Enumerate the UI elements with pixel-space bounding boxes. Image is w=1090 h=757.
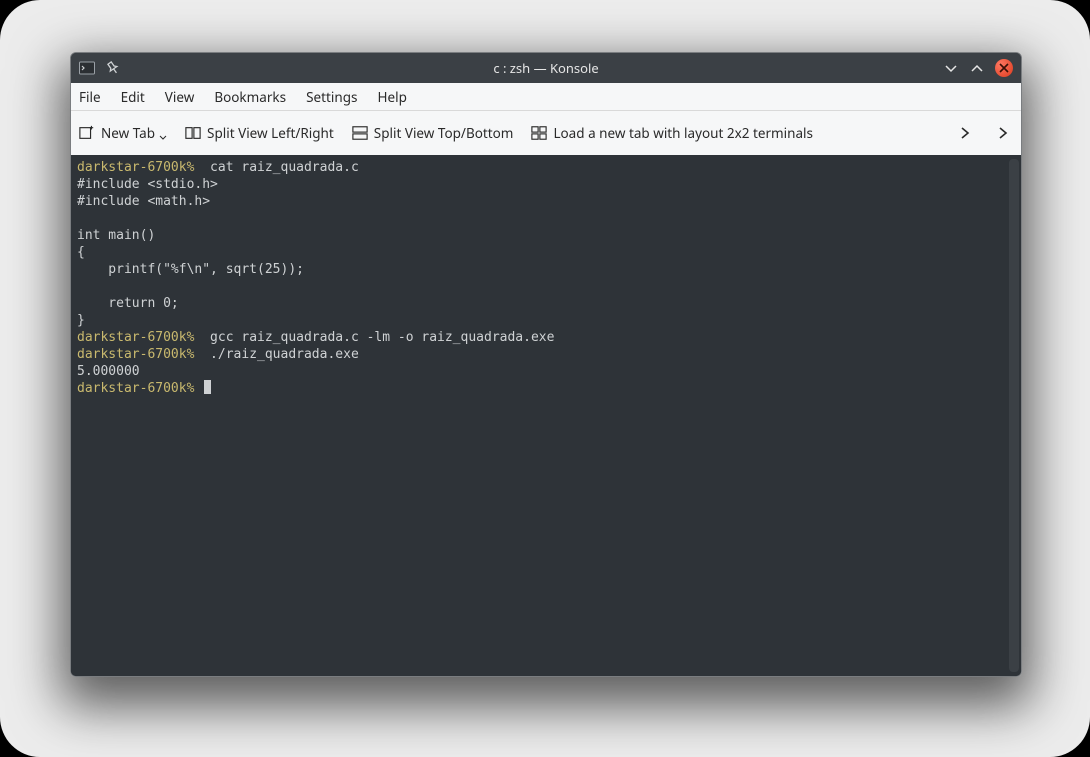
toolbar-chevron-right-2[interactable] <box>993 127 1013 139</box>
window-title: c : zsh — Konsole <box>71 59 1021 77</box>
terminal-line: return 0; <box>77 295 1003 312</box>
terminal-line: darkstar-6700k% <box>77 380 1003 397</box>
terminal-line <box>77 210 1003 227</box>
terminal-line: darkstar-6700k% cat raiz_quadrada.c <box>77 159 1003 176</box>
toolbar-chevron-right-1[interactable] <box>955 127 975 139</box>
titlebar[interactable]: c : zsh — Konsole <box>71 53 1021 83</box>
new-tab-icon <box>79 125 95 141</box>
terminal-line <box>77 278 1003 295</box>
menu-bookmarks[interactable]: Bookmarks <box>214 88 286 106</box>
menu-file[interactable]: File <box>79 88 101 106</box>
new-tab-button[interactable]: New Tab <box>79 124 167 142</box>
terminal-output[interactable]: darkstar-6700k% cat raiz_quadrada.c#incl… <box>71 155 1009 676</box>
terminal-app-icon[interactable] <box>79 60 95 76</box>
menu-help[interactable]: Help <box>377 88 406 106</box>
minimize-button[interactable] <box>943 60 959 76</box>
terminal-line: { <box>77 244 1003 261</box>
maximize-button[interactable] <box>969 60 985 76</box>
close-button[interactable] <box>995 59 1013 77</box>
konsole-window: c : zsh — Konsole File Edit View Bookmar… <box>70 52 1022 677</box>
terminal-line: } <box>77 312 1003 329</box>
terminal-line: darkstar-6700k% gcc raiz_quadrada.c -lm … <box>77 329 1003 346</box>
split-tb-label: Split View Top/Bottom <box>374 124 514 142</box>
split-left-right-button[interactable]: Split View Left/Right <box>185 124 334 142</box>
split-top-bottom-button[interactable]: Split View Top/Bottom <box>352 124 514 142</box>
menu-edit[interactable]: Edit <box>121 88 145 106</box>
split-lr-label: Split View Left/Right <box>207 124 334 142</box>
terminal-line: #include <stdio.h> <box>77 176 1003 193</box>
terminal-line: 5.000000 <box>77 363 1003 380</box>
terminal-scrollbar[interactable] <box>1009 159 1019 672</box>
terminal-cursor <box>204 380 211 394</box>
terminal-line: int main() <box>77 227 1003 244</box>
split-tb-icon <box>352 125 368 141</box>
pin-icon[interactable] <box>105 60 121 76</box>
toolbar: New Tab Split View Left/Right Split View… <box>71 111 1021 155</box>
menu-settings[interactable]: Settings <box>306 88 357 106</box>
grid-2x2-icon <box>531 125 547 141</box>
split-lr-icon <box>185 125 201 141</box>
terminal-line: #include <math.h> <box>77 193 1003 210</box>
menu-bar: File Edit View Bookmarks Settings Help <box>71 83 1021 111</box>
terminal-line: printf("%f\n", sqrt(25)); <box>77 261 1003 278</box>
new-tab-label: New Tab <box>101 124 155 142</box>
terminal-area[interactable]: darkstar-6700k% cat raiz_quadrada.c#incl… <box>71 155 1021 676</box>
menu-view[interactable]: View <box>165 88 195 106</box>
load-layout-button[interactable]: Load a new tab with layout 2x2 terminals <box>531 124 813 142</box>
load-layout-label: Load a new tab with layout 2x2 terminals <box>553 124 813 142</box>
terminal-line: darkstar-6700k% ./raiz_quadrada.exe <box>77 346 1003 363</box>
